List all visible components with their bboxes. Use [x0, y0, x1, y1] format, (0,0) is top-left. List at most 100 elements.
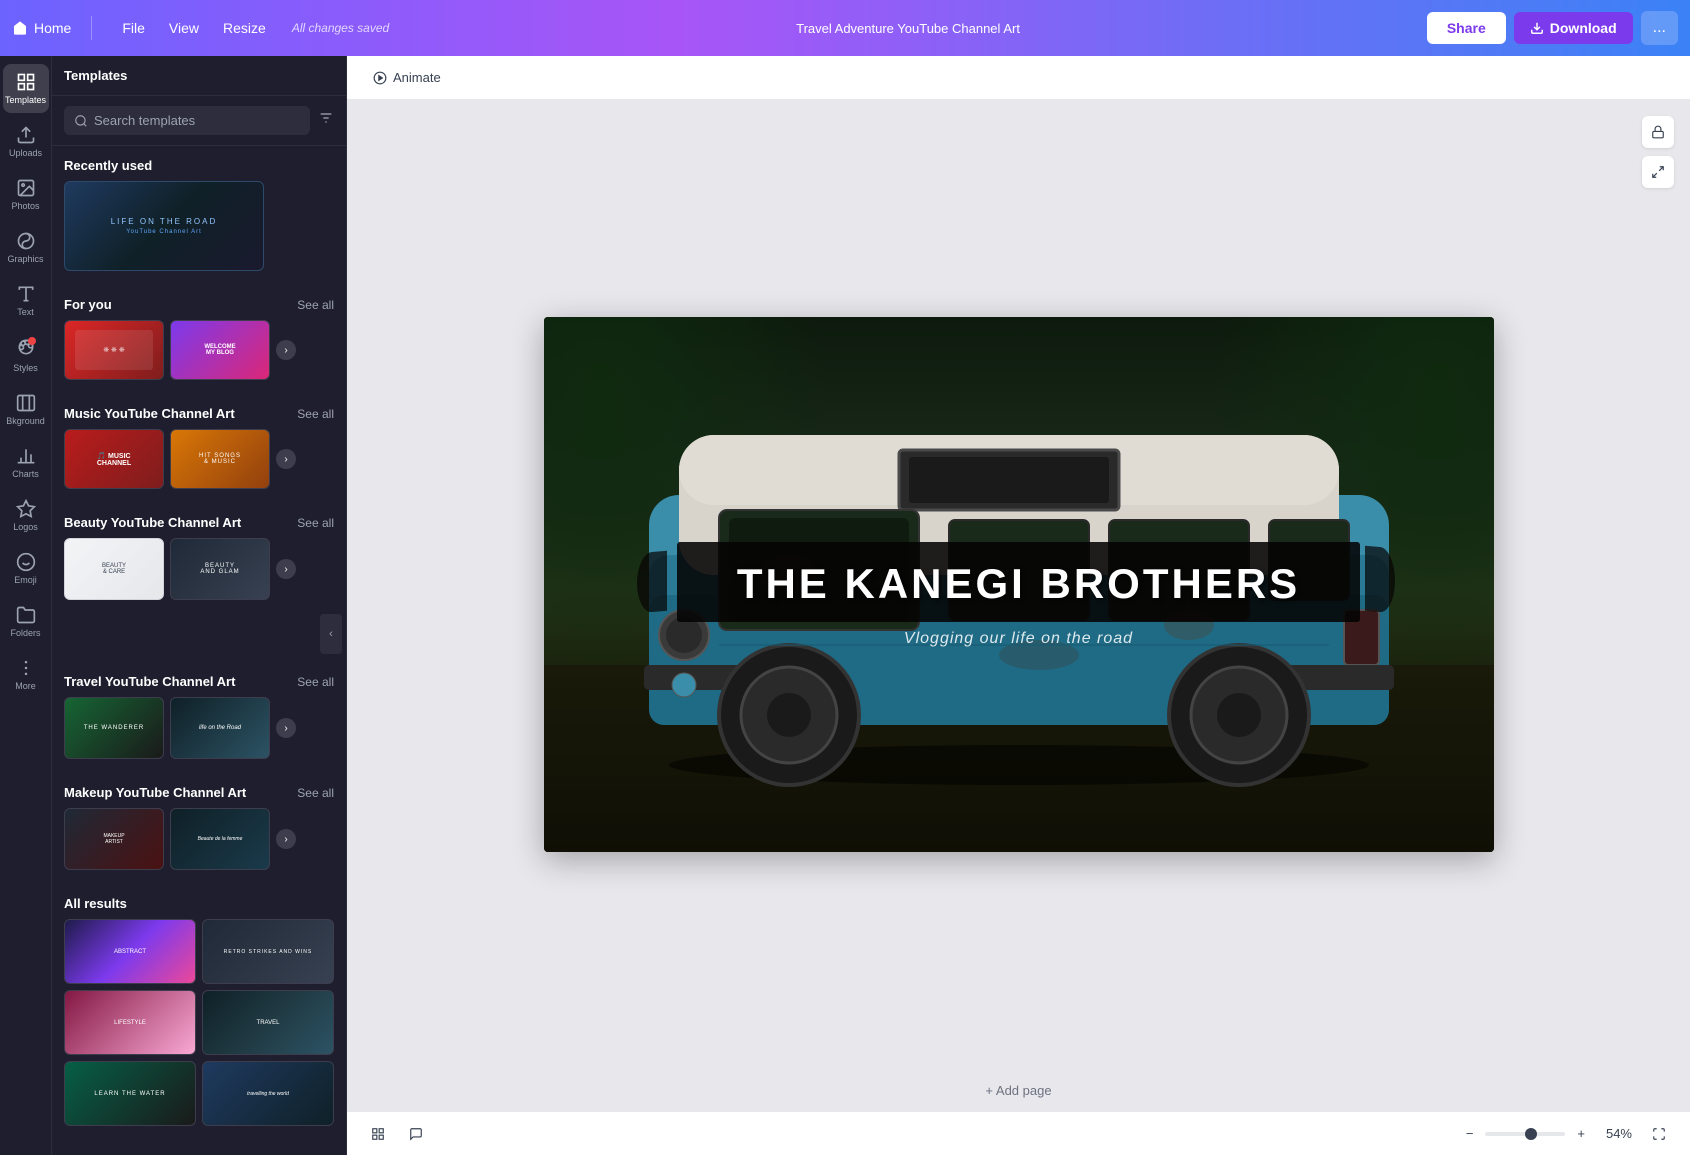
result-thumb-3[interactable]: LIFESTYLE — [64, 990, 196, 1055]
zoom-in-button[interactable]: + — [1573, 1122, 1589, 1145]
music-yt-title: Music YouTube Channel Art — [64, 406, 235, 421]
sidebar-item-photos[interactable]: Photos — [3, 170, 49, 219]
zoom-out-button[interactable]: − — [1462, 1122, 1478, 1145]
sidebar-graphics-label: Graphics — [8, 254, 44, 264]
main-layout: Templates Uploads Photos Graphics — [0, 56, 1690, 1155]
lock-button[interactable] — [1642, 116, 1674, 148]
makeup-yt-title: Makeup YouTube Channel Art — [64, 785, 246, 800]
templates-panel: Templates Search templates Recently — [52, 56, 347, 1155]
result-thumb-1[interactable]: ABSTRACT — [64, 919, 196, 984]
sidebar-emoji-label: Emoji — [14, 575, 37, 585]
for-you-title: For you — [64, 297, 112, 312]
add-page-bar[interactable]: + Add page — [347, 1069, 1690, 1111]
makeup-yt-see-all[interactable]: See all — [297, 786, 334, 800]
more-options-button[interactable]: ... — [1641, 11, 1678, 45]
expand-button[interactable] — [1642, 156, 1674, 188]
makeup-thumb-2[interactable]: Beaute de la femme — [170, 808, 270, 870]
section-music-yt: Music YouTube Channel Art See all 🎵 MUSI… — [52, 394, 346, 489]
makeup-yt-next[interactable]: › — [276, 829, 296, 849]
animate-icon — [373, 71, 387, 85]
sidebar-item-templates[interactable]: Templates — [3, 64, 49, 113]
background-icon — [16, 393, 36, 413]
zoom-thumb[interactable] — [1525, 1128, 1537, 1140]
topbar-left: Home File View Resize All changes saved — [12, 16, 389, 40]
sidebar-item-graphics[interactable]: Graphics — [3, 223, 49, 272]
makeup-yt-header: Makeup YouTube Channel Art See all — [64, 785, 334, 800]
recently-used-title: Recently used — [64, 158, 152, 173]
sidebar-item-styles[interactable]: Styles — [3, 329, 49, 381]
sidebar-item-more[interactable]: More — [3, 650, 49, 699]
topbar: Home File View Resize All changes saved … — [0, 0, 1690, 56]
canvas-toolbar: Animate — [347, 56, 1690, 100]
lock-icon — [1651, 125, 1665, 139]
download-button[interactable]: Download — [1514, 12, 1633, 44]
channel-subtitle[interactable]: Vlogging our life on the road — [677, 630, 1360, 648]
canvas-area: Animate — [347, 56, 1690, 1155]
document-title: Travel Adventure YouTube Channel Art — [796, 21, 1020, 36]
beauty-yt-see-all[interactable]: See all — [297, 516, 334, 530]
saved-status: All changes saved — [292, 21, 389, 35]
fullscreen-button[interactable] — [1644, 1119, 1674, 1149]
expand-icon — [1651, 165, 1665, 179]
all-results-header: All results — [64, 896, 334, 911]
music-thumb-2[interactable]: HIT SONGS& MUSIC — [170, 429, 270, 489]
music-yt-next[interactable]: › — [276, 449, 296, 469]
sidebar-item-charts[interactable]: Charts — [3, 438, 49, 487]
sidebar-item-uploads[interactable]: Uploads — [3, 117, 49, 166]
for-you-see-all[interactable]: See all — [297, 298, 334, 312]
fullscreen-icon — [1652, 1127, 1666, 1141]
for-you-thumb-1[interactable]: ❋ ❋ ❋ — [64, 320, 164, 380]
download-icon — [1530, 21, 1544, 35]
sidebar-item-text[interactable]: Text — [3, 276, 49, 325]
result-thumb-2[interactable]: RETRO STRIKES AND WINS — [202, 919, 334, 984]
sidebar-item-logos[interactable]: Logos — [3, 491, 49, 540]
sidebar-item-background[interactable]: Bkground — [3, 385, 49, 434]
beauty-yt-next[interactable]: › — [276, 559, 296, 579]
sidebar-item-folders[interactable]: Folders — [3, 597, 49, 646]
music-thumb-1[interactable]: 🎵 MUSICCHANNEL — [64, 429, 164, 489]
result-thumb-4[interactable]: TRAVEL — [202, 990, 334, 1055]
result-thumb-5[interactable]: LEARN THE WATER — [64, 1061, 196, 1126]
canvas-text-area[interactable]: THE KANEGI BROTHERS Vlogging our life on… — [669, 542, 1369, 648]
section-recently-used: Recently used LIFE ON THE ROAD YouTube C… — [52, 146, 346, 271]
sidebar-background-label: Bkground — [6, 416, 45, 426]
beauty-thumb-2[interactable]: BEAUTYAND GLAM — [170, 538, 270, 600]
design-canvas[interactable]: THE KANEGI BROTHERS Vlogging our life on… — [544, 317, 1494, 852]
for-you-thumb-2[interactable]: WELCOMEMY BLOG — [170, 320, 270, 380]
canvas-tools-right — [1642, 116, 1674, 188]
travel-thumb-1[interactable]: THE WANDERER — [64, 697, 164, 759]
makeup-thumb-1[interactable]: MAKEUPARTIST — [64, 808, 164, 870]
travel-yt-title: Travel YouTube Channel Art — [64, 674, 235, 689]
file-menu[interactable]: File — [112, 16, 155, 40]
charts-icon — [16, 446, 36, 466]
music-yt-see-all[interactable]: See all — [297, 407, 334, 421]
sidebar-text-label: Text — [17, 307, 34, 317]
grid-view-button[interactable] — [363, 1119, 393, 1149]
notes-button[interactable] — [401, 1119, 431, 1149]
hide-panel-button[interactable]: ‹ — [320, 614, 342, 654]
home-button[interactable]: Home — [12, 20, 71, 36]
channel-title[interactable]: THE KANEGI BROTHERS — [737, 560, 1300, 608]
section-all-results: All results ABSTRACT RETRO STRIKES AND W… — [52, 884, 346, 1126]
view-menu[interactable]: View — [159, 16, 209, 40]
travel-yt-next[interactable]: › — [276, 718, 296, 738]
zoom-slider[interactable] — [1485, 1132, 1565, 1136]
beauty-yt-header: Beauty YouTube Channel Art See all — [64, 515, 334, 530]
recently-used-thumb[interactable]: LIFE ON THE ROAD YouTube Channel Art — [64, 181, 264, 271]
for-you-carousel: ❋ ❋ ❋ WELCOMEMY BLOG › — [64, 320, 334, 380]
animate-button[interactable]: Animate — [363, 64, 451, 91]
makeup-yt-carousel: MAKEUPARTIST Beaute de la femme › — [64, 808, 334, 870]
travel-yt-see-all[interactable]: See all — [297, 675, 334, 689]
result-thumb-6[interactable]: travelling the world — [202, 1061, 334, 1126]
topbar-nav: File View Resize — [112, 16, 275, 40]
filter-button[interactable] — [318, 110, 334, 131]
sidebar-item-emoji[interactable]: Emoji — [3, 544, 49, 593]
animate-label: Animate — [393, 70, 441, 85]
beauty-thumb-1[interactable]: BEAUTY& CARE — [64, 538, 164, 600]
search-wrapper[interactable]: Search templates — [64, 106, 310, 135]
share-button[interactable]: Share — [1427, 12, 1506, 44]
all-results-grid: ABSTRACT RETRO STRIKES AND WINS LIFESTYL… — [64, 919, 334, 1126]
travel-thumb-2[interactable]: life on the Road — [170, 697, 270, 759]
for-you-next[interactable]: › — [276, 340, 296, 360]
resize-menu[interactable]: Resize — [213, 16, 276, 40]
